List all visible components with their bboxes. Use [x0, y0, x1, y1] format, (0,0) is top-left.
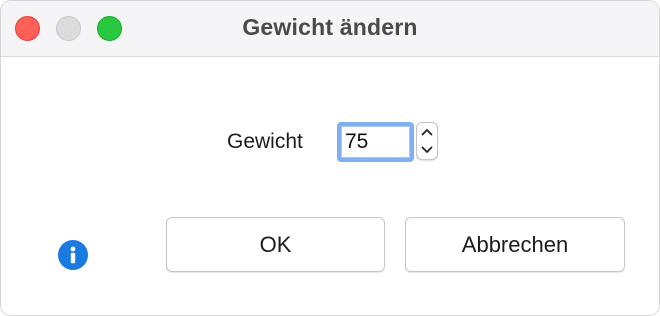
- info-glyph: [70, 246, 76, 264]
- info-icon[interactable]: [58, 240, 88, 270]
- chevron-down-icon: [421, 146, 433, 153]
- weight-label: Gewicht: [227, 130, 303, 153]
- cancel-button[interactable]: Abbrechen: [405, 217, 625, 272]
- window-title: Gewicht ändern: [242, 14, 418, 40]
- ok-button[interactable]: OK: [166, 217, 385, 272]
- weight-stepper[interactable]: [416, 122, 438, 160]
- chevron-up-icon: [421, 129, 433, 136]
- title-bar: Gewicht ändern: [1, 1, 659, 57]
- weight-input[interactable]: [337, 122, 414, 162]
- stepper-down-button[interactable]: [417, 141, 437, 159]
- dialog-content: Gewicht OK Abbrechen: [1, 57, 659, 315]
- stepper-up-button[interactable]: [417, 123, 437, 141]
- dialog-window: Gewicht ändern Gewicht OK Abbrechen: [0, 0, 660, 316]
